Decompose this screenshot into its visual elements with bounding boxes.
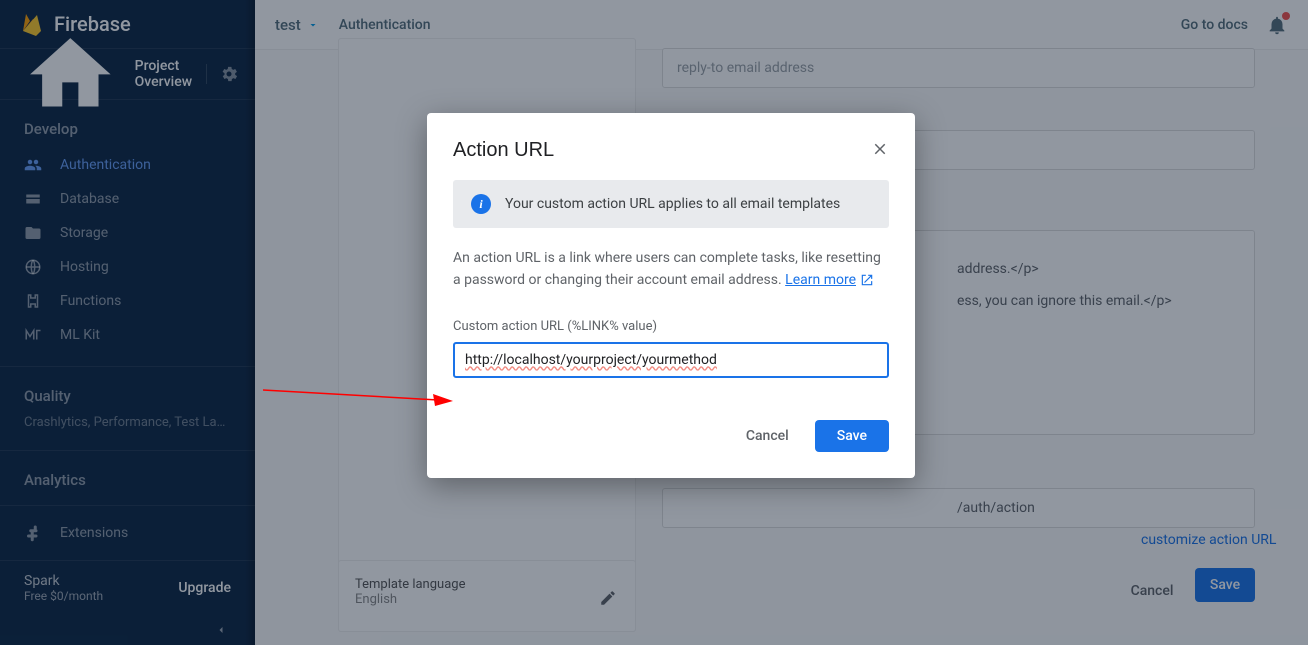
custom-action-url-input[interactable]: http://localhost/yourproject/yourmethod xyxy=(453,342,889,378)
dialog-title: Action URL xyxy=(453,139,554,162)
learn-more-text: Learn more xyxy=(785,272,856,288)
dialog-cancel-button[interactable]: Cancel xyxy=(738,420,797,452)
learn-more-link[interactable]: Learn more xyxy=(785,272,874,288)
action-url-dialog: Action URL i Your custom action URL appl… xyxy=(427,113,915,478)
modal-overlay: Action URL i Your custom action URL appl… xyxy=(0,0,1308,645)
external-link-icon xyxy=(860,273,874,287)
dialog-save-button[interactable]: Save xyxy=(815,420,889,452)
dialog-description: An action URL is a link where users can … xyxy=(427,228,915,297)
dialog-banner-text: Your custom action URL applies to all em… xyxy=(505,196,840,212)
custom-action-url-value: http://localhost/yourproject/yourmethod xyxy=(465,352,717,368)
dialog-close-button[interactable] xyxy=(871,140,889,162)
close-icon xyxy=(871,140,889,158)
custom-action-url-label: Custom action URL (%LINK% value) xyxy=(427,297,915,342)
info-icon: i xyxy=(471,194,491,214)
dialog-info-banner: i Your custom action URL applies to all … xyxy=(453,180,889,228)
